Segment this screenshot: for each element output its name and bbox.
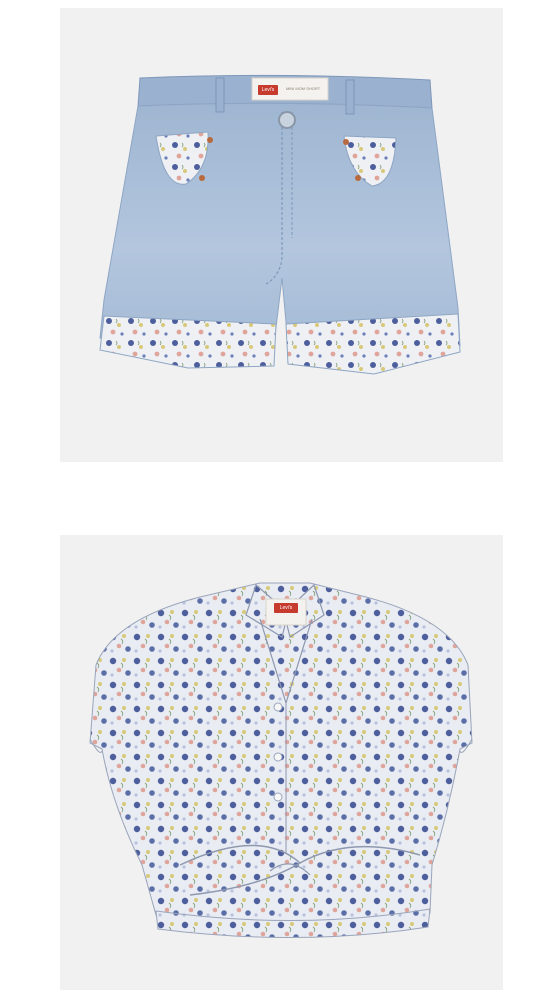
product-image-shorts[interactable]: Levi's MINI MOM SHORT: [60, 8, 503, 462]
shorts-illustration: [99, 74, 461, 375]
shorts-brand-tab: Levi's: [258, 85, 278, 95]
product-image-shirt[interactable]: Levi's: [60, 535, 503, 990]
shorts-waistband-label: MINI MOM SHORT: [285, 86, 321, 91]
shirt-brand-tab: Levi's: [274, 603, 298, 613]
